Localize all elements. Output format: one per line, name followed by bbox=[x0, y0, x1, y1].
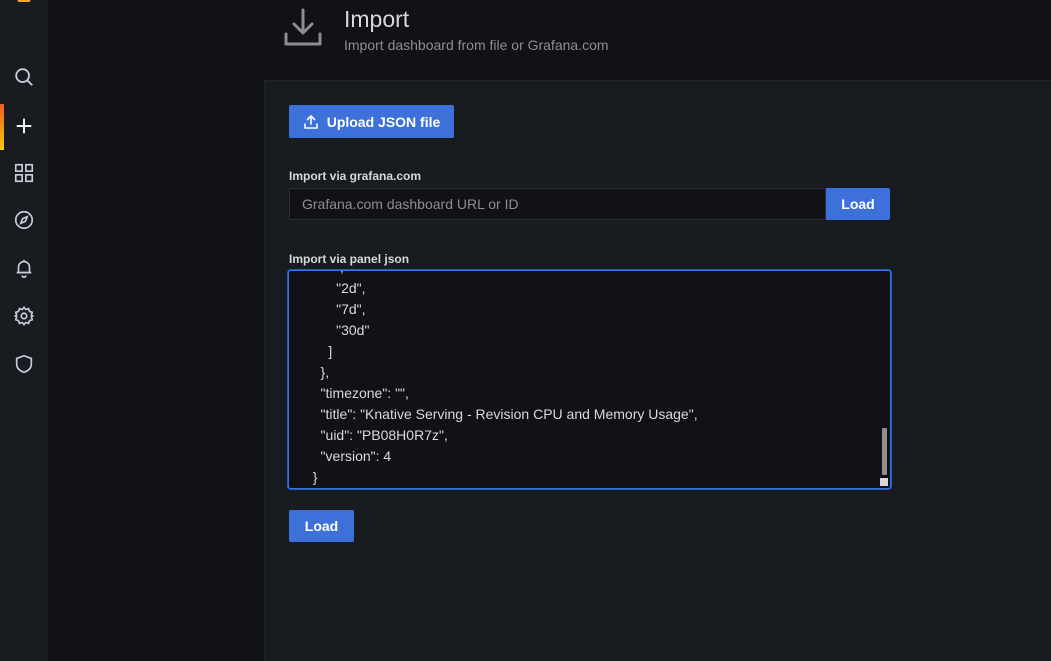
page-title: Import bbox=[344, 6, 410, 32]
plus-icon bbox=[16, 118, 32, 134]
load-grafana-com-button[interactable]: Load bbox=[826, 188, 890, 220]
compass-icon bbox=[14, 210, 34, 230]
panel-json-textarea[interactable]: , "2d", "7d", "30d" ] }, "timezone": "",… bbox=[288, 270, 891, 489]
gear-icon bbox=[13, 305, 35, 327]
sidebar-item-create[interactable] bbox=[0, 102, 48, 150]
page-gutter bbox=[48, 0, 264, 661]
bell-icon bbox=[16, 259, 32, 278]
import-download-icon bbox=[284, 8, 322, 46]
grafana-com-label: Import via grafana.com bbox=[289, 169, 422, 183]
grafana-app: Import Import dashboard from file or Gra… bbox=[0, 0, 1051, 661]
sidebar-item-server-admin[interactable] bbox=[0, 344, 48, 384]
dashboards-grid-icon bbox=[14, 163, 34, 183]
import-content: Upload JSON file Import via grafana.com … bbox=[264, 80, 1051, 661]
page-header: Import Import dashboard from file or Gra… bbox=[264, 0, 1051, 80]
panel-json-content[interactable]: , "2d", "7d", "30d" ] }, "timezone": "",… bbox=[305, 271, 698, 488]
upload-icon bbox=[303, 114, 318, 129]
textarea-scrollbar[interactable] bbox=[882, 428, 887, 475]
sidebar-item-dashboards[interactable] bbox=[0, 153, 48, 193]
search-icon bbox=[15, 68, 33, 86]
panel-json-label: Import via panel json bbox=[289, 252, 410, 266]
sidebar-item-search[interactable] bbox=[0, 57, 48, 97]
grafana-logo-icon[interactable] bbox=[14, 0, 34, 6]
sidebar bbox=[0, 0, 49, 661]
shield-icon bbox=[15, 354, 33, 374]
upload-json-label: Upload JSON file bbox=[326, 113, 441, 130]
load-json-button[interactable]: Load bbox=[289, 510, 354, 542]
textarea-resize-handle[interactable] bbox=[880, 478, 888, 486]
upload-json-button[interactable]: Upload JSON file bbox=[289, 105, 454, 138]
sidebar-item-explore[interactable] bbox=[0, 200, 48, 240]
grafana-com-url-input[interactable] bbox=[289, 188, 826, 220]
sidebar-item-configuration[interactable] bbox=[0, 296, 48, 336]
sidebar-item-alerting[interactable] bbox=[0, 248, 48, 288]
page-subtitle: Import dashboard from file or Grafana.co… bbox=[344, 37, 609, 53]
